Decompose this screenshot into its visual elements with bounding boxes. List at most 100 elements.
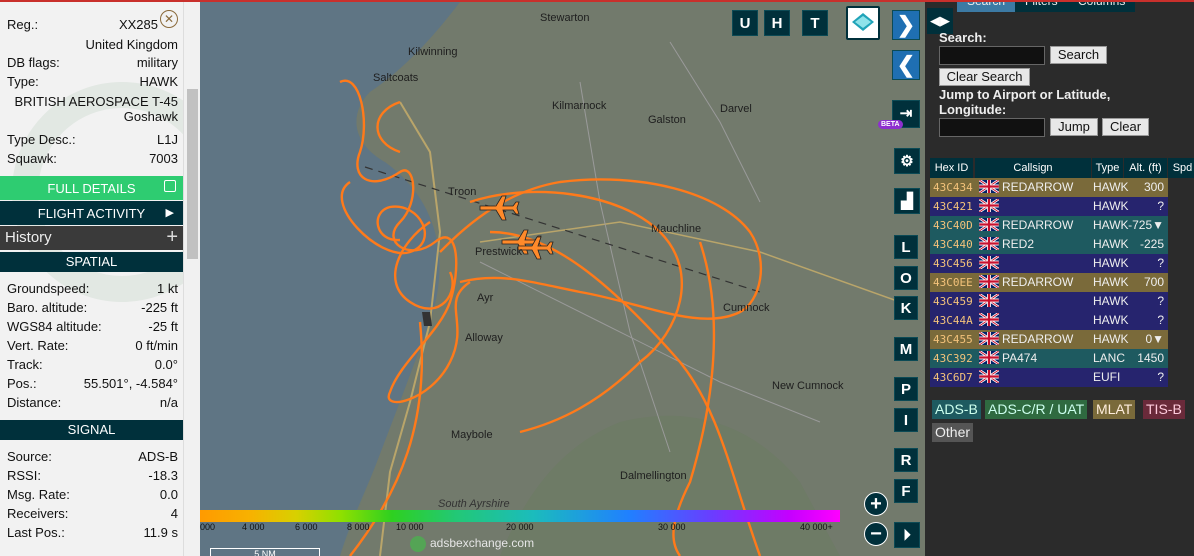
attribution: adsbexchange.com — [410, 536, 534, 552]
toggle-o-button[interactable]: O — [894, 266, 918, 290]
reg-label: Reg.: — [7, 17, 39, 32]
place-galston: Galston — [648, 114, 686, 126]
col-type[interactable]: Type — [1092, 158, 1124, 178]
signal-row: Source: ADS-B — [0, 447, 183, 466]
info-panel-scrollbar[interactable] — [183, 2, 200, 556]
speed-cell — [1168, 349, 1194, 368]
source-badge[interactable]: TIS-B — [1143, 400, 1185, 419]
table-row[interactable]: 43C44A HAWK? — [930, 311, 1194, 330]
table-row[interactable]: 43C459 HAWK? — [930, 292, 1194, 311]
replay-icon: ⏵ — [903, 527, 911, 544]
attribution-text: adsbexchange.com — [430, 536, 535, 551]
replay-button[interactable]: ⏵ — [894, 522, 920, 548]
layers-icon — [852, 13, 874, 31]
col-speed[interactable]: Spd — [1168, 158, 1194, 178]
clear-button[interactable]: Clear — [1102, 118, 1149, 136]
table-header: Hex ID Callsign Type Alt. (ft) Spd — [930, 158, 1194, 178]
source-badge[interactable]: MLAT — [1093, 400, 1136, 419]
signal-label: Receivers: — [7, 506, 69, 521]
table-row[interactable]: 43C434 REDARROW HAWK 300 — [930, 178, 1194, 197]
spatial-label: Track: — [7, 357, 43, 372]
table-row[interactable]: 43C6D7 EUFI? — [930, 368, 1194, 387]
toggle-h-button[interactable]: H — [764, 10, 790, 36]
uk-flag-icon — [978, 312, 1000, 328]
map-view[interactable]: Stewarton Kilwinning Saltcoats Kilmarnoc… — [200, 2, 925, 556]
search-button[interactable]: Search — [1050, 46, 1107, 64]
toggle-i-button[interactable]: I — [894, 408, 918, 432]
arrows-horizontal-icon: ◀▶ — [930, 13, 950, 28]
table-row[interactable]: 43C440 RED2 HAWK -225 — [930, 235, 1194, 254]
clear-search-button[interactable]: Clear Search — [939, 68, 1030, 86]
place-new-cumnock: New Cumnock — [772, 380, 844, 392]
altitude-cell: ? — [1157, 256, 1164, 270]
callsign-cell: PA474 — [1002, 351, 1038, 365]
hex-id-cell: 43C392 — [933, 352, 973, 365]
tab-columns[interactable]: Columns — [1068, 2, 1136, 12]
jump-label-line1: Jump to Airport or Latitude, — [939, 87, 1111, 102]
source-badge[interactable]: ADS-B — [932, 400, 981, 419]
place-maybole: Maybole — [451, 429, 493, 441]
callsign-cell: REDARROW — [1002, 218, 1074, 232]
table-row[interactable]: 43C421 HAWK? — [930, 197, 1194, 216]
signal-label: Source: — [7, 449, 52, 464]
hex-id-cell: 43C0EE — [933, 276, 973, 289]
col-altitude[interactable]: Alt. (ft) — [1124, 158, 1168, 178]
expand-plus-icon[interactable]: + — [166, 225, 178, 249]
settings-button[interactable]: ⚙ — [894, 148, 920, 174]
speed-cell — [1168, 178, 1194, 197]
toggle-f-button[interactable]: F — [894, 479, 918, 503]
flight-activity-button[interactable]: FLIGHT ACTIVITY ▶ — [0, 201, 183, 225]
external-link-icon — [164, 180, 176, 192]
toggle-u-button[interactable]: U — [732, 10, 758, 36]
jump-input[interactable] — [939, 118, 1045, 137]
zoom-in-button[interactable]: + — [864, 492, 888, 516]
search-input[interactable] — [939, 46, 1045, 65]
toggle-t-button[interactable]: T — [802, 10, 828, 36]
altitude-cell: ? — [1157, 370, 1164, 384]
table-row[interactable]: 43C456 HAWK? — [930, 254, 1194, 273]
altitude-cell: ? — [1157, 313, 1164, 327]
spatial-value: -225 ft — [141, 300, 178, 315]
layers-button[interactable] — [846, 6, 880, 40]
expand-right-button[interactable]: ❯ — [892, 10, 920, 40]
table-row[interactable]: 43C0EE REDARROW HAWK 700 — [930, 273, 1194, 292]
toggle-p-button[interactable]: P — [894, 377, 918, 401]
spatial-value: 0.0° — [154, 357, 178, 372]
signal-row: Receivers: 4 — [0, 504, 183, 523]
source-badge[interactable]: Other — [932, 423, 974, 442]
place-darvel: Darvel — [720, 103, 752, 115]
zoom-out-button[interactable]: − — [864, 522, 888, 546]
source-badge[interactable]: ADS-C/R / UAT — [985, 400, 1088, 419]
table-row[interactable]: 43C40D REDARROW HAWK -725▼ — [930, 216, 1194, 235]
hex-id-cell: 43C455 — [933, 333, 973, 346]
table-row[interactable]: 43C455 REDARROW HAWK 0▼ — [930, 330, 1194, 349]
col-hex-id[interactable]: Hex ID — [930, 158, 974, 178]
uk-flag-icon — [978, 255, 1000, 271]
tab-search[interactable]: Search — [957, 2, 1016, 12]
flag-cell — [978, 235, 1000, 254]
jump-button[interactable]: Jump — [1050, 118, 1098, 136]
altitude-cell: -225 — [1139, 237, 1164, 251]
col-callsign[interactable]: Callsign — [975, 158, 1092, 178]
map-canvas — [200, 2, 925, 556]
table-row[interactable]: 43C392 PA474 LANC 1450 — [930, 349, 1194, 368]
place-kilmarnock: Kilmarnock — [552, 100, 607, 112]
history-section[interactable]: History + — [0, 226, 183, 250]
stats-button[interactable]: ▟ — [894, 188, 920, 214]
place-stewarton: Stewarton — [540, 12, 590, 24]
toggle-m-button[interactable]: M — [894, 337, 918, 361]
toggle-l-button[interactable]: L — [894, 235, 918, 259]
tab-filters[interactable]: Filters — [1015, 2, 1068, 12]
collapse-left-button[interactable]: ❮ — [892, 50, 920, 80]
scrollbar-thumb[interactable] — [187, 89, 198, 259]
signal-label: Msg. Rate: — [7, 487, 70, 502]
uk-flag-icon — [978, 236, 1000, 252]
toggle-r-button[interactable]: R — [894, 448, 918, 472]
toggle-k-button[interactable]: K — [894, 296, 918, 320]
beta-badge: BETA — [878, 120, 903, 129]
spatial-value: -25 ft — [148, 319, 178, 334]
full-details-button[interactable]: FULL DETAILS — [0, 176, 183, 200]
altitude-tick-label: 000 — [200, 522, 216, 532]
type-row: Type: HAWK — [0, 72, 183, 91]
reg-row: Reg.: XX285 — [0, 15, 183, 34]
